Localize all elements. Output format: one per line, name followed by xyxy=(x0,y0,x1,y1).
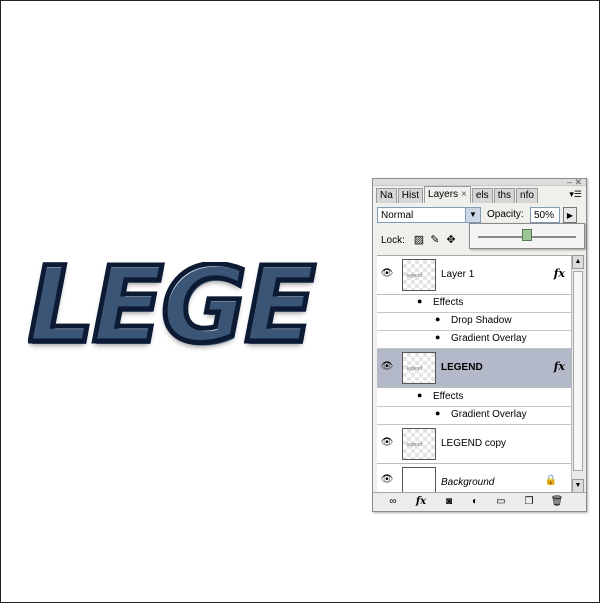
eye-icon[interactable]: ● xyxy=(417,296,422,306)
layer-row-background[interactable]: 👁 Background 🔒 xyxy=(377,464,571,494)
lock-transparency-icon[interactable]: ▨ xyxy=(413,234,425,246)
layers-list: 👁 legend Layer 1 fx ● Effects ● Drop Sha… xyxy=(377,255,571,494)
scroll-up-button[interactable]: ▲ xyxy=(572,255,584,269)
effects-label: Effects xyxy=(433,391,464,402)
chevron-down-icon[interactable]: ▼ xyxy=(465,208,480,222)
lock-move-icon[interactable]: ✥ xyxy=(445,234,457,246)
layer-name: Background xyxy=(441,477,495,488)
eye-icon[interactable]: 👁 xyxy=(380,268,394,279)
close-icon[interactable]: × xyxy=(461,189,467,200)
layer-row-legend[interactable]: 👁 legend LEGEND fx xyxy=(377,349,571,388)
fx-icon[interactable]: fx xyxy=(554,267,565,280)
tab-navigator[interactable]: Na xyxy=(376,188,397,203)
opacity-input[interactable]: 50% xyxy=(530,207,560,223)
adjustment-icon[interactable]: ◐ xyxy=(467,495,483,509)
layer-thumbnail: legend xyxy=(402,259,436,291)
legend-artwork: LEGE xyxy=(28,262,378,362)
layer-row-legend-copy[interactable]: 👁 legend LEGEND copy xyxy=(377,425,571,464)
tab-channels[interactable]: els xyxy=(471,188,493,203)
tab-layers-label: Layers xyxy=(428,189,459,200)
opacity-slider-popup xyxy=(469,223,585,249)
layer-thumbnail: legend xyxy=(402,428,436,460)
eye-icon[interactable]: ● xyxy=(435,314,440,324)
layers-panel: ‒ ✕ Na Hist Layers × els ths nfo ▾☰ Norma… xyxy=(372,177,587,512)
effects-row[interactable]: ● Effects xyxy=(377,294,571,313)
effect-gradient-overlay[interactable]: ● Gradient Overlay xyxy=(377,406,571,425)
layer-name: Layer 1 xyxy=(441,269,475,280)
new-layer-icon[interactable]: ❐ xyxy=(521,495,537,509)
scroll-down-button[interactable]: ▼ xyxy=(572,479,584,493)
trash-icon[interactable]: 🗑 xyxy=(549,495,565,509)
effects-label: Effects xyxy=(433,297,464,308)
eye-icon[interactable]: 👁 xyxy=(380,361,394,372)
eye-icon[interactable]: 👁 xyxy=(380,474,394,485)
legend-text: LEGE xyxy=(28,262,318,362)
blend-mode-select[interactable]: Normal ▼ xyxy=(377,207,481,223)
lock-label: Lock: xyxy=(381,235,405,246)
effect-label: Drop Shadow xyxy=(451,315,512,326)
blend-mode-value: Normal xyxy=(381,210,414,221)
fx-icon[interactable]: fx xyxy=(413,495,429,509)
eye-icon[interactable]: ● xyxy=(435,332,440,342)
tab-info[interactable]: nfo xyxy=(516,188,538,203)
effect-drop-shadow[interactable]: ● Drop Shadow xyxy=(377,312,571,331)
opacity-slider-thumb[interactable] xyxy=(522,229,532,241)
opacity-label: Opacity: xyxy=(487,209,524,220)
eye-icon[interactable]: ● xyxy=(417,390,422,400)
link-icon[interactable]: ∞ xyxy=(385,495,401,509)
effect-label: Gradient Overlay xyxy=(451,333,527,344)
panel-menu-icon[interactable]: ▾☰ xyxy=(569,189,582,200)
tab-paths[interactable]: ths xyxy=(493,188,516,203)
panel-titlebar: ‒ ✕ xyxy=(373,177,586,187)
effect-gradient-overlay[interactable]: ● Gradient Overlay xyxy=(377,330,571,349)
layer-row-layer-1[interactable]: 👁 legend Layer 1 fx xyxy=(377,256,571,295)
folder-icon[interactable]: ▭ xyxy=(493,495,509,509)
layer-name: LEGEND xyxy=(441,362,483,373)
eye-icon[interactable]: 👁 xyxy=(380,437,394,448)
lock-brush-icon[interactable]: ✎ xyxy=(429,234,441,246)
opacity-slider-toggle[interactable]: ▶ xyxy=(563,207,577,223)
lock-icon: 🔒 xyxy=(544,475,557,486)
panel-tabs: Na Hist Layers × els ths nfo xyxy=(376,186,586,203)
effect-label: Gradient Overlay xyxy=(451,409,527,420)
scroll-thumb[interactable] xyxy=(573,271,583,471)
layer-name: LEGEND copy xyxy=(441,438,507,449)
fx-icon[interactable]: fx xyxy=(554,360,565,373)
mask-icon[interactable]: ◙ xyxy=(441,495,457,509)
panel-footer: ∞ fx ◙ ◐ ▭ ❐ 🗑 xyxy=(373,492,586,511)
tab-layers[interactable]: Layers × xyxy=(424,186,471,203)
layer-thumbnail xyxy=(402,467,436,494)
layer-thumbnail: legend xyxy=(402,352,436,384)
eye-icon[interactable]: ● xyxy=(435,408,440,418)
tab-history[interactable]: Hist xyxy=(397,188,424,203)
effects-row[interactable]: ● Effects xyxy=(377,388,571,407)
layers-scrollbar[interactable]: ▲ ▼ xyxy=(571,255,585,493)
